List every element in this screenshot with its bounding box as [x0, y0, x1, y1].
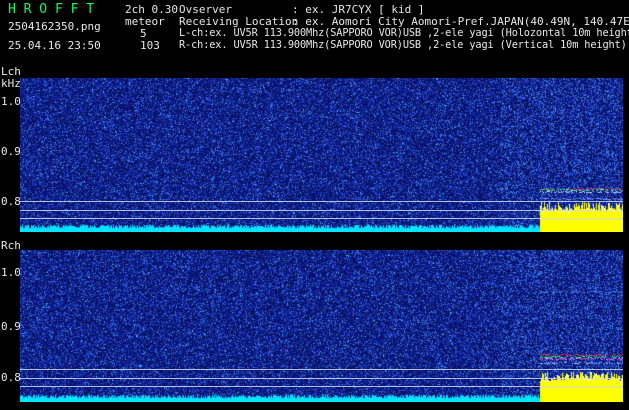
rch-ref-line	[20, 386, 623, 387]
lch-ref-line	[20, 201, 623, 202]
lch-ytick: 0.8	[1, 195, 21, 208]
location-value: : ex. Aomori City Aomori-Pref.JAPAN(40.4…	[292, 15, 629, 28]
rch-ref-line	[20, 369, 623, 370]
rch-info: R-ch:ex. UV5R 113.900Mhz(SAPPORO VOR)USB…	[179, 39, 627, 51]
lch-ref-line	[20, 218, 623, 219]
rch-ytick: 0.9	[1, 320, 21, 333]
lch-ytick: 1.0	[1, 95, 21, 108]
lch-info: L-ch:ex. UV5R 113.900Mhz(SAPPORO VOR)USB…	[179, 27, 629, 39]
rch-ytick: 0.8	[1, 371, 21, 384]
filename-label: 2504162350.png	[8, 20, 101, 33]
meteor-count-lch: 5	[140, 27, 147, 40]
rch-label: Rch	[1, 239, 21, 252]
datetime-label: 25.04.16 23:50	[8, 39, 101, 52]
mode-label: 2ch 0.30	[125, 3, 178, 16]
lch-label: Lch	[1, 65, 21, 78]
observer-key: Ovserver	[179, 3, 232, 16]
location-key: Receiving Location	[179, 15, 299, 28]
rch-spectrogram-canvas	[20, 250, 623, 402]
meteor-label: meteor	[125, 15, 165, 28]
lch-ytick: 0.9	[1, 145, 21, 158]
app-brand: H R O F F T	[8, 2, 95, 17]
observer-value: : ex. JR7CYX [ kid ]	[292, 3, 425, 16]
meteor-count-rch: 103	[140, 39, 160, 52]
rch-ref-line	[20, 378, 623, 379]
rch-ytick: 1.0	[1, 266, 21, 279]
lch-ref-line	[20, 210, 623, 211]
rch-spectrogram	[20, 250, 623, 402]
lch-spectrogram	[20, 78, 623, 232]
lch-spectrogram-canvas	[20, 78, 623, 232]
lch-unit: kHz	[1, 77, 21, 90]
